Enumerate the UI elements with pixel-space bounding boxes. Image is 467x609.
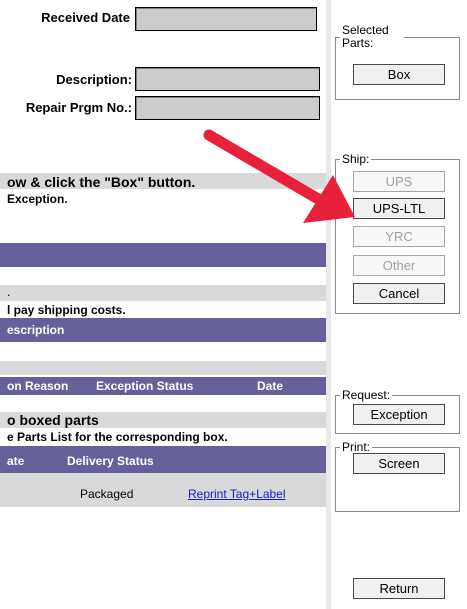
section-header-band bbox=[0, 243, 326, 267]
print-legend: Print: bbox=[340, 440, 373, 454]
yrc-button[interactable]: YRC bbox=[353, 226, 445, 247]
ups-button[interactable]: UPS bbox=[353, 171, 445, 192]
boxed-subtitle: e Parts List for the corresponding box. bbox=[7, 430, 228, 444]
shipping-note: l pay shipping costs. bbox=[7, 303, 126, 317]
exceptions-gap-band bbox=[0, 361, 326, 375]
request-legend: Request: bbox=[340, 388, 393, 402]
column-header-reason: on Reason bbox=[7, 379, 69, 393]
annotation-arrow-icon bbox=[203, 129, 355, 223]
column-header-date-2: ate bbox=[7, 454, 25, 468]
received-date-label: Received Date bbox=[41, 10, 130, 25]
column-header-delivery-status: Delivery Status bbox=[67, 454, 154, 468]
box-button[interactable]: Box bbox=[353, 64, 445, 85]
selected-parts-legend: Selected Parts: bbox=[340, 24, 404, 50]
screen-button[interactable]: Screen bbox=[353, 453, 445, 474]
repair-prgm-label: Repair Prgm No.: bbox=[25, 100, 132, 115]
shipping-dot-band bbox=[0, 285, 326, 301]
instruction-line-1: ow & click the "Box" button. bbox=[7, 174, 196, 190]
cancel-button[interactable]: Cancel bbox=[353, 283, 445, 304]
shipping-dot: . bbox=[7, 285, 11, 299]
delivery-status-value: Packaged bbox=[80, 487, 134, 501]
ups-ltl-button[interactable]: UPS-LTL bbox=[353, 198, 445, 219]
reprint-tag-label-link[interactable]: Reprint Tag+Label bbox=[188, 487, 286, 501]
instruction-line-2: Exception. bbox=[7, 192, 68, 206]
column-header-exception-status: Exception Status bbox=[96, 379, 194, 393]
selected-parts-group: Selected Parts: bbox=[335, 24, 460, 100]
received-date-field[interactable] bbox=[135, 7, 317, 31]
repair-prgm-field[interactable] bbox=[135, 96, 320, 120]
boxed-header-band bbox=[0, 446, 326, 473]
boxed-title: o boxed parts bbox=[7, 412, 99, 428]
description-header-text: escription bbox=[7, 323, 65, 337]
exception-button[interactable]: Exception bbox=[353, 404, 445, 425]
panel-divider bbox=[326, 0, 331, 609]
column-header-date: Date bbox=[257, 379, 284, 393]
description-field[interactable] bbox=[135, 67, 320, 91]
other-button[interactable]: Other bbox=[353, 255, 445, 276]
print-group: Print: bbox=[335, 440, 460, 512]
return-button[interactable]: Return bbox=[353, 578, 445, 599]
description-label: Description: bbox=[56, 72, 132, 87]
